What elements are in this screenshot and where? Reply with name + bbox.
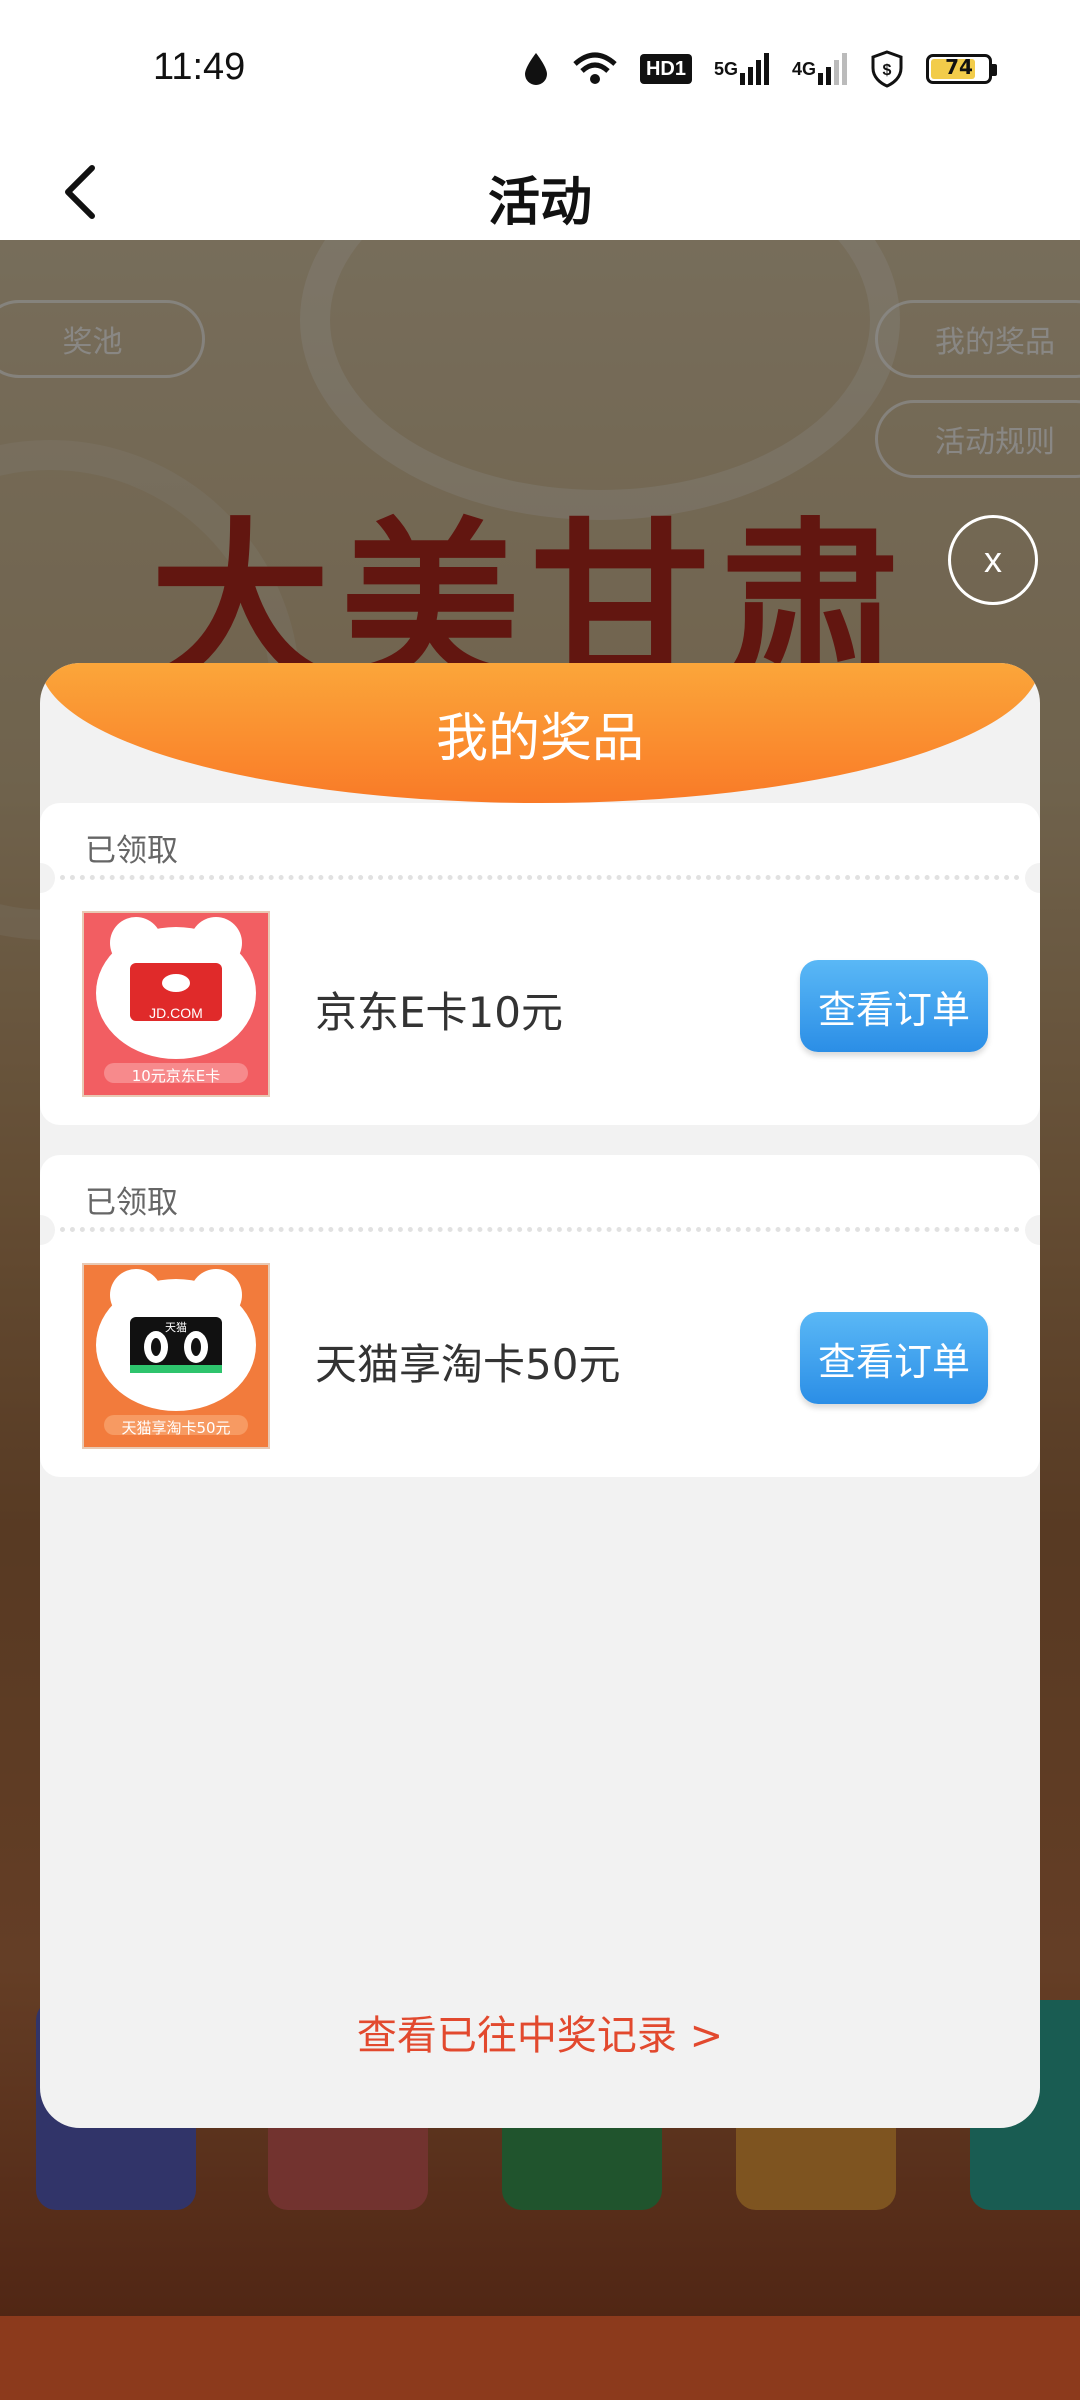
card-notch (40, 863, 55, 893)
status-icons: HD1 5G 4G $ 74 (522, 50, 997, 88)
svg-text:$: $ (883, 62, 892, 79)
prize-name: 天猫享淘卡50元 (315, 1340, 621, 1389)
prize-status: 已领取 (85, 833, 178, 869)
signal-4g-label: 4G (791, 58, 816, 79)
wifi-icon (572, 50, 618, 88)
prize-card: 已领取 天猫 天猫享淘卡50元 天猫享淘卡50元 查看订单 (40, 1155, 1040, 1477)
modal-header: 我的奖品 (40, 663, 1040, 803)
prize-card: 已领取 JD.COM 10元京东E卡 京东E卡10元 查看订单 (40, 803, 1040, 1125)
jd-card-brand: JD.COM (149, 1005, 203, 1021)
bottom-decor-strip (0, 2316, 1080, 2400)
view-order-button[interactable]: 查看订单 (800, 960, 988, 1052)
tmall-card-thumbnail: 天猫 天猫享淘卡50元 (82, 1263, 270, 1449)
dotted-divider (60, 1227, 1020, 1232)
card-notch (1025, 1215, 1040, 1245)
view-order-button[interactable]: 查看订单 (800, 1312, 988, 1404)
jd-card-caption: 10元京东E卡 (131, 1067, 221, 1085)
close-button[interactable]: x (948, 515, 1038, 605)
card-notch (1025, 863, 1040, 893)
tmall-card-brand: 天猫 (165, 1321, 187, 1334)
prize-status: 已领取 (85, 1185, 178, 1221)
battery-level: 74 (945, 55, 973, 79)
status-time: 11:49 (153, 46, 246, 88)
page-title: 活动 (487, 173, 592, 233)
hd-icon: HD1 (639, 54, 692, 84)
card-notch (40, 1215, 55, 1245)
app-header: 活动 (0, 140, 1080, 240)
data-saver-icon (522, 50, 550, 88)
tmall-card-caption: 天猫享淘卡50元 (121, 1419, 231, 1437)
my-prizes-modal: 我的奖品 已领取 JD.COM 10元京东E卡 京东E卡10元 查看订单 已领取 (40, 663, 1040, 2128)
signal-5g-label: 5G (713, 58, 738, 79)
prize-name: 京东E卡10元 (315, 988, 563, 1037)
battery-icon: 74 (926, 54, 997, 84)
prize-history-link[interactable]: 查看已往中奖记录 > (40, 2003, 1040, 2061)
modal-title: 我的奖品 (435, 709, 644, 769)
signal-5g-icon: 5G (714, 50, 770, 88)
jd-card-thumbnail: JD.COM 10元京东E卡 (82, 911, 270, 1097)
dotted-divider (60, 875, 1020, 880)
status-bar: 11:49 HD1 5G 4G $ 74 (0, 0, 1080, 140)
signal-4g-icon: 4G (792, 50, 848, 88)
security-shield-icon: $ (870, 50, 904, 88)
